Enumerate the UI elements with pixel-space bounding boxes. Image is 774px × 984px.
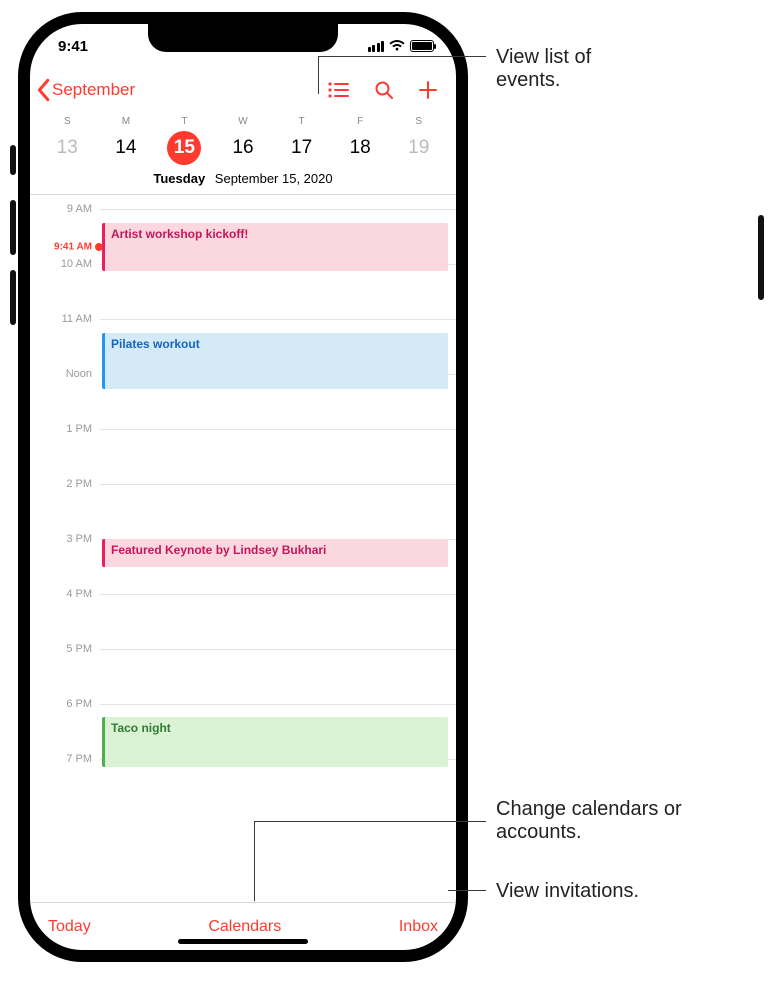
hour-line	[100, 484, 456, 485]
date-cell[interactable]: 15	[167, 131, 201, 165]
today-button[interactable]: Today	[48, 918, 91, 936]
hour-line	[100, 319, 456, 320]
search-button[interactable]	[374, 80, 394, 100]
hour-label: 5 PM	[30, 643, 92, 655]
date-row: 13 14 15 16 17 18 19	[30, 127, 456, 171]
status-time: 9:41	[58, 38, 88, 55]
weekday-row: SMTWTFS	[30, 116, 456, 127]
date-cell[interactable]: 18	[343, 131, 377, 165]
add-button[interactable]	[418, 80, 438, 100]
calendars-button[interactable]: Calendars	[208, 918, 281, 936]
weekday-letter: W	[214, 116, 273, 127]
hour-label: 1 PM	[30, 423, 92, 435]
date-cell[interactable]: 17	[285, 131, 319, 165]
side-button[interactable]	[758, 215, 764, 300]
back-label: September	[52, 80, 135, 100]
chevron-left-icon	[34, 78, 52, 102]
wifi-icon	[389, 40, 405, 52]
calendar-event[interactable]: Taco night	[102, 717, 448, 767]
home-indicator[interactable]	[178, 939, 308, 944]
search-icon	[374, 80, 394, 100]
weekday-letter: M	[97, 116, 156, 127]
phone-frame: 9:41 September	[18, 12, 468, 962]
battery-icon	[410, 40, 434, 52]
hour-label: 11 AM	[30, 313, 92, 325]
cellular-icon	[368, 41, 385, 52]
weekday-letter: S	[38, 116, 97, 127]
hour-label: Noon	[30, 368, 92, 380]
weekday-letter: F	[331, 116, 390, 127]
hour-label: 3 PM	[30, 533, 92, 545]
hour-line	[100, 429, 456, 430]
plus-icon	[418, 80, 438, 100]
mute-switch[interactable]	[10, 145, 16, 175]
hour-line	[100, 649, 456, 650]
current-time-label: 9:41 AM	[30, 241, 92, 252]
hour-label: 7 PM	[30, 753, 92, 765]
weekday-letter: T	[155, 116, 214, 127]
notch	[148, 24, 338, 52]
date-cell[interactable]: 19	[402, 131, 436, 165]
nav-bar: September	[30, 68, 456, 112]
inbox-button[interactable]: Inbox	[399, 918, 438, 936]
volume-up-button[interactable]	[10, 200, 16, 255]
selected-dow: Tuesday	[153, 171, 205, 186]
selected-date-label: Tuesday September 15, 2020	[30, 171, 456, 195]
hour-line	[100, 704, 456, 705]
selected-date: September 15, 2020	[215, 171, 333, 186]
hour-line	[100, 209, 456, 210]
hour-line	[100, 594, 456, 595]
date-cell[interactable]: 14	[109, 131, 143, 165]
weekday-letter: T	[272, 116, 331, 127]
list-icon	[328, 81, 350, 99]
list-button[interactable]	[328, 81, 350, 99]
back-button[interactable]: September	[34, 78, 135, 102]
date-cell[interactable]: 16	[226, 131, 260, 165]
hour-label: 2 PM	[30, 478, 92, 490]
volume-down-button[interactable]	[10, 270, 16, 325]
hour-label: 10 AM	[30, 258, 92, 270]
calendar-event[interactable]: Artist workshop kickoff!	[102, 223, 448, 271]
calendar-event[interactable]: Pilates workout	[102, 333, 448, 389]
hour-label: 9 AM	[30, 203, 92, 215]
hour-label: 4 PM	[30, 588, 92, 600]
date-cell[interactable]: 13	[50, 131, 84, 165]
day-grid[interactable]: 9 AM 10 AM 11 AM Noon 1 PM 2 PM 3 PM 4 PM 5 PM 6 …	[30, 195, 456, 902]
calendar-event[interactable]: Featured Keynote by Lindsey Bukhari	[102, 539, 448, 567]
weekday-letter: S	[389, 116, 448, 127]
hour-label: 6 PM	[30, 698, 92, 710]
